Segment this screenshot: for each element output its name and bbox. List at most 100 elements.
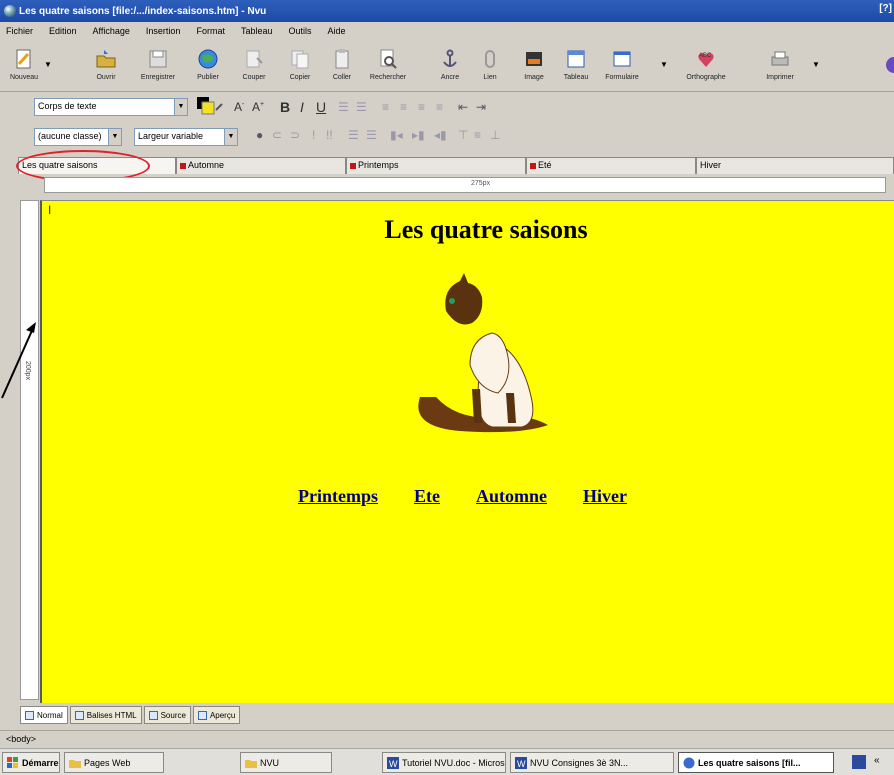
chevron-down-icon: ▼ <box>174 99 187 115</box>
align-justify-icon[interactable]: ≡ <box>436 100 443 114</box>
link-hiver[interactable]: Hiver <box>583 486 627 507</box>
page-canvas[interactable]: I Les quatre saisons Printemps Ete Autom… <box>40 200 894 703</box>
tab-source[interactable]: Source <box>143 706 191 724</box>
task-nvu-consignes[interactable]: W NVU Consignes 3è 3N... <box>510 752 674 773</box>
tray-language-icon[interactable] <box>852 755 866 769</box>
outdent-icon[interactable]: ⇤ <box>458 100 468 114</box>
windows-logo-icon <box>7 756 18 768</box>
windows-taskbar: Démarrer Pages Web NVU W Tutoriel NVU.do… <box>0 748 894 775</box>
menu-aide[interactable]: Aide <box>328 26 346 36</box>
numbered-list-icon[interactable]: ☰ <box>356 100 367 114</box>
extra-toolbar-icon[interactable] <box>884 54 894 76</box>
link-automne[interactable]: Automne <box>476 486 547 507</box>
cut-button[interactable]: Couper <box>232 48 276 88</box>
link-tool-icon[interactable]: ⊂ <box>272 128 282 142</box>
menu-outils[interactable]: Outils <box>289 26 312 36</box>
class-select[interactable]: (aucune classe) ▼ <box>34 128 122 146</box>
bullet-list-icon[interactable]: ☰ <box>338 100 349 114</box>
indent-icon[interactable]: ⇥ <box>476 100 486 114</box>
paragraph-style-select[interactable]: Corps de texte ▼ <box>34 98 188 116</box>
tray-expand-icon[interactable]: « <box>874 755 880 766</box>
window-titlebar[interactable]: Les quatre saisons [file:/.../index-sais… <box>0 0 894 22</box>
horizontal-ruler: 275px <box>44 177 886 193</box>
spellcheck-button[interactable]: ABC Orthographe <box>684 48 728 88</box>
link-ete[interactable]: Ete <box>414 486 440 507</box>
tab-ete[interactable]: Eté <box>526 157 696 174</box>
task-word-tutoriel[interactable]: W Tutoriel NVU.doc - Micros... <box>382 752 506 773</box>
vertical-ruler: 200px <box>20 200 39 700</box>
image-button[interactable]: Image <box>512 48 556 88</box>
tab-preview[interactable]: Aperçu <box>192 706 241 724</box>
save-button[interactable]: Enregistrer <box>136 48 180 88</box>
format-toolbar-1: Corps de texte ▼ A- A+ B I U ☰ ☰ ≡ ≡ ≡ ≡… <box>0 94 894 122</box>
task-les-quatre-saisons[interactable]: Les quatre saisons [fil... <box>678 752 834 773</box>
publish-button[interactable]: Publier <box>186 48 230 88</box>
menu-edition[interactable]: Edition <box>49 26 77 36</box>
find-button[interactable]: Rechercher <box>366 48 410 88</box>
tab-html-tags[interactable]: Balises HTML <box>69 706 142 724</box>
ltr-icon[interactable]: ▮◂ <box>390 128 403 142</box>
new-page-icon <box>16 49 31 69</box>
tab-normal[interactable]: Normal <box>20 706 68 724</box>
block-align-left-icon[interactable]: ☰ <box>348 128 359 142</box>
valign-middle-icon[interactable]: ≡ <box>474 128 481 142</box>
unlink-tool-icon[interactable]: ⊃ <box>290 128 300 142</box>
menu-insertion[interactable]: Insertion <box>146 26 181 36</box>
italic-icon[interactable]: I <box>300 99 304 115</box>
nvu-app-icon <box>4 5 16 17</box>
bold-icon[interactable]: B <box>280 99 290 115</box>
menu-affichage[interactable]: Affichage <box>93 26 130 36</box>
print-button[interactable]: Imprimer <box>758 48 802 88</box>
word-doc-icon: W <box>515 756 527 769</box>
paste-button[interactable]: Coller <box>320 48 364 88</box>
window-title: Les quatre saisons [file:/.../index-sais… <box>19 5 267 17</box>
task-nvu-folder[interactable]: NVU <box>240 752 332 773</box>
svg-text:ABC: ABC <box>699 53 712 59</box>
tab-automne[interactable]: Automne <box>176 157 346 174</box>
align-right-icon[interactable]: ≡ <box>418 100 425 114</box>
menu-fichier[interactable]: Fichier <box>6 26 33 36</box>
tab-hiver[interactable]: Hiver <box>696 157 894 174</box>
subscript-icon[interactable]: !! <box>326 128 333 142</box>
link-printemps[interactable]: Printemps <box>298 486 378 507</box>
dir-icon[interactable]: ◂▮ <box>434 128 447 142</box>
align-left-icon[interactable]: ≡ <box>382 100 389 114</box>
print-dropdown-arrow-icon[interactable]: ▼ <box>812 60 820 69</box>
increase-font-icon[interactable]: A+ <box>252 100 264 114</box>
valign-top-icon[interactable]: ⊤ <box>458 128 468 142</box>
align-center-icon[interactable]: ≡ <box>400 100 407 114</box>
new-dropdown-arrow-icon[interactable]: ▼ <box>44 60 52 69</box>
link-button[interactable]: Lien <box>468 48 512 88</box>
underline-icon[interactable]: U <box>316 99 326 115</box>
rtl-icon[interactable]: ▸▮ <box>412 128 425 142</box>
form-button[interactable]: Formulaire <box>600 48 644 88</box>
task-pages-web[interactable]: Pages Web <box>64 752 164 773</box>
menu-tableau[interactable]: Tableau <box>241 26 273 36</box>
valign-bottom-icon[interactable]: ⊥ <box>490 128 500 142</box>
form-dropdown-arrow-icon[interactable]: ▼ <box>660 60 668 69</box>
font-select[interactable]: Largeur variable ▼ <box>134 128 238 146</box>
start-button[interactable]: Démarrer <box>2 752 60 773</box>
style-tool-icon[interactable]: ● <box>256 128 263 142</box>
tab-printemps[interactable]: Printemps <box>346 157 526 174</box>
form-icon <box>613 51 631 67</box>
superscript-icon[interactable]: ! <box>312 128 315 142</box>
decrease-font-icon[interactable]: A- <box>234 100 244 114</box>
image-icon <box>526 52 542 66</box>
table-button[interactable]: Tableau <box>554 48 598 88</box>
tag-path[interactable]: <body> <box>6 734 36 744</box>
composition-toolbar: Nouveau ▼ Ouvrir Enregistrer Publier Cou… <box>0 40 894 92</box>
open-button[interactable]: Ouvrir <box>84 48 128 88</box>
cat-image[interactable] <box>406 271 556 441</box>
source-icon <box>148 710 158 720</box>
anchor-button[interactable]: Ancre <box>428 48 472 88</box>
block-align-right-icon[interactable]: ☰ <box>366 128 377 142</box>
page-icon <box>25 710 34 720</box>
save-icon <box>149 50 167 68</box>
menu-format[interactable]: Format <box>196 26 225 36</box>
text-color-icon[interactable] <box>196 96 226 118</box>
new-button[interactable]: Nouveau <box>2 48 46 88</box>
copy-button[interactable]: Copier <box>278 48 322 88</box>
svg-text:W: W <box>389 759 398 769</box>
anchor-icon <box>443 49 457 67</box>
